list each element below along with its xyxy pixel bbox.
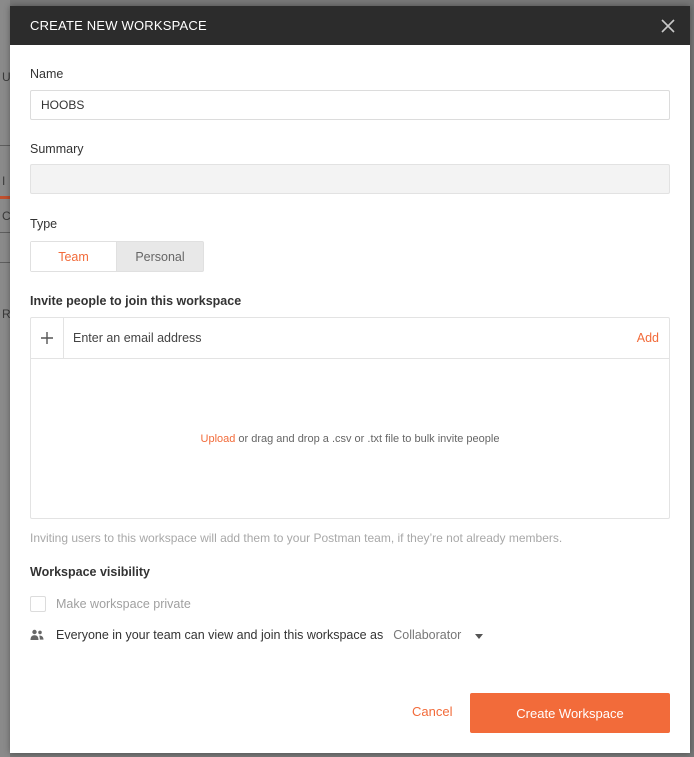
create-workspace-dialog: CREATE NEW WORKSPACE Name HOOBS Summary … — [10, 6, 690, 753]
type-toggle: Team Personal — [30, 241, 204, 272]
type-label: Type — [30, 217, 58, 231]
add-button[interactable]: Add — [637, 331, 669, 345]
private-checkbox-row[interactable]: Make workspace private — [30, 596, 191, 612]
summary-label: Summary — [30, 142, 84, 156]
plus-icon[interactable] — [31, 318, 64, 358]
name-label: Name — [30, 67, 64, 81]
background-divider — [0, 145, 10, 146]
drop-text: or drag and drop a .csv or .txt file to … — [238, 432, 500, 445]
dialog-header: CREATE NEW WORKSPACE — [10, 6, 690, 45]
background-divider — [0, 262, 10, 263]
create-workspace-button[interactable]: Create Workspace — [470, 693, 670, 733]
email-input[interactable]: Enter an email address — [64, 331, 637, 345]
people-icon — [30, 629, 46, 641]
upload-link[interactable]: Upload — [201, 433, 236, 445]
visibility-row: Everyone in your team can view and join … — [30, 628, 484, 642]
close-icon[interactable] — [658, 16, 678, 36]
background-fragment: I — [2, 174, 6, 188]
dialog-title: CREATE NEW WORKSPACE — [30, 18, 207, 33]
background-sidebar-strip: U I C R — [0, 0, 11, 757]
visibility-label: Workspace visibility — [30, 565, 150, 579]
type-personal-button[interactable]: Personal — [117, 242, 203, 271]
invite-help-text: Inviting users to this workspace will ad… — [30, 531, 563, 545]
invite-box: Enter an email address Add Upload or dra… — [30, 317, 670, 519]
file-drop-area[interactable]: Upload or drag and drop a .csv or .txt f… — [31, 359, 669, 518]
private-checkbox[interactable] — [30, 596, 46, 612]
role-select-value: Collaborator — [393, 628, 462, 642]
role-select[interactable]: Collaborator — [393, 628, 484, 642]
invite-label: Invite people to join this workspace — [30, 294, 242, 308]
chevron-down-icon — [475, 628, 484, 642]
private-checkbox-label: Make workspace private — [56, 597, 191, 611]
type-team-button[interactable]: Team — [31, 242, 117, 271]
name-input[interactable]: HOOBS — [30, 90, 670, 120]
background-tab-indicator — [0, 196, 10, 199]
invite-email-row: Enter an email address Add — [31, 318, 669, 359]
cancel-button[interactable]: Cancel — [412, 704, 452, 719]
summary-input[interactable] — [30, 164, 670, 194]
background-divider — [0, 232, 10, 233]
visibility-text: Everyone in your team can view and join … — [56, 628, 384, 642]
